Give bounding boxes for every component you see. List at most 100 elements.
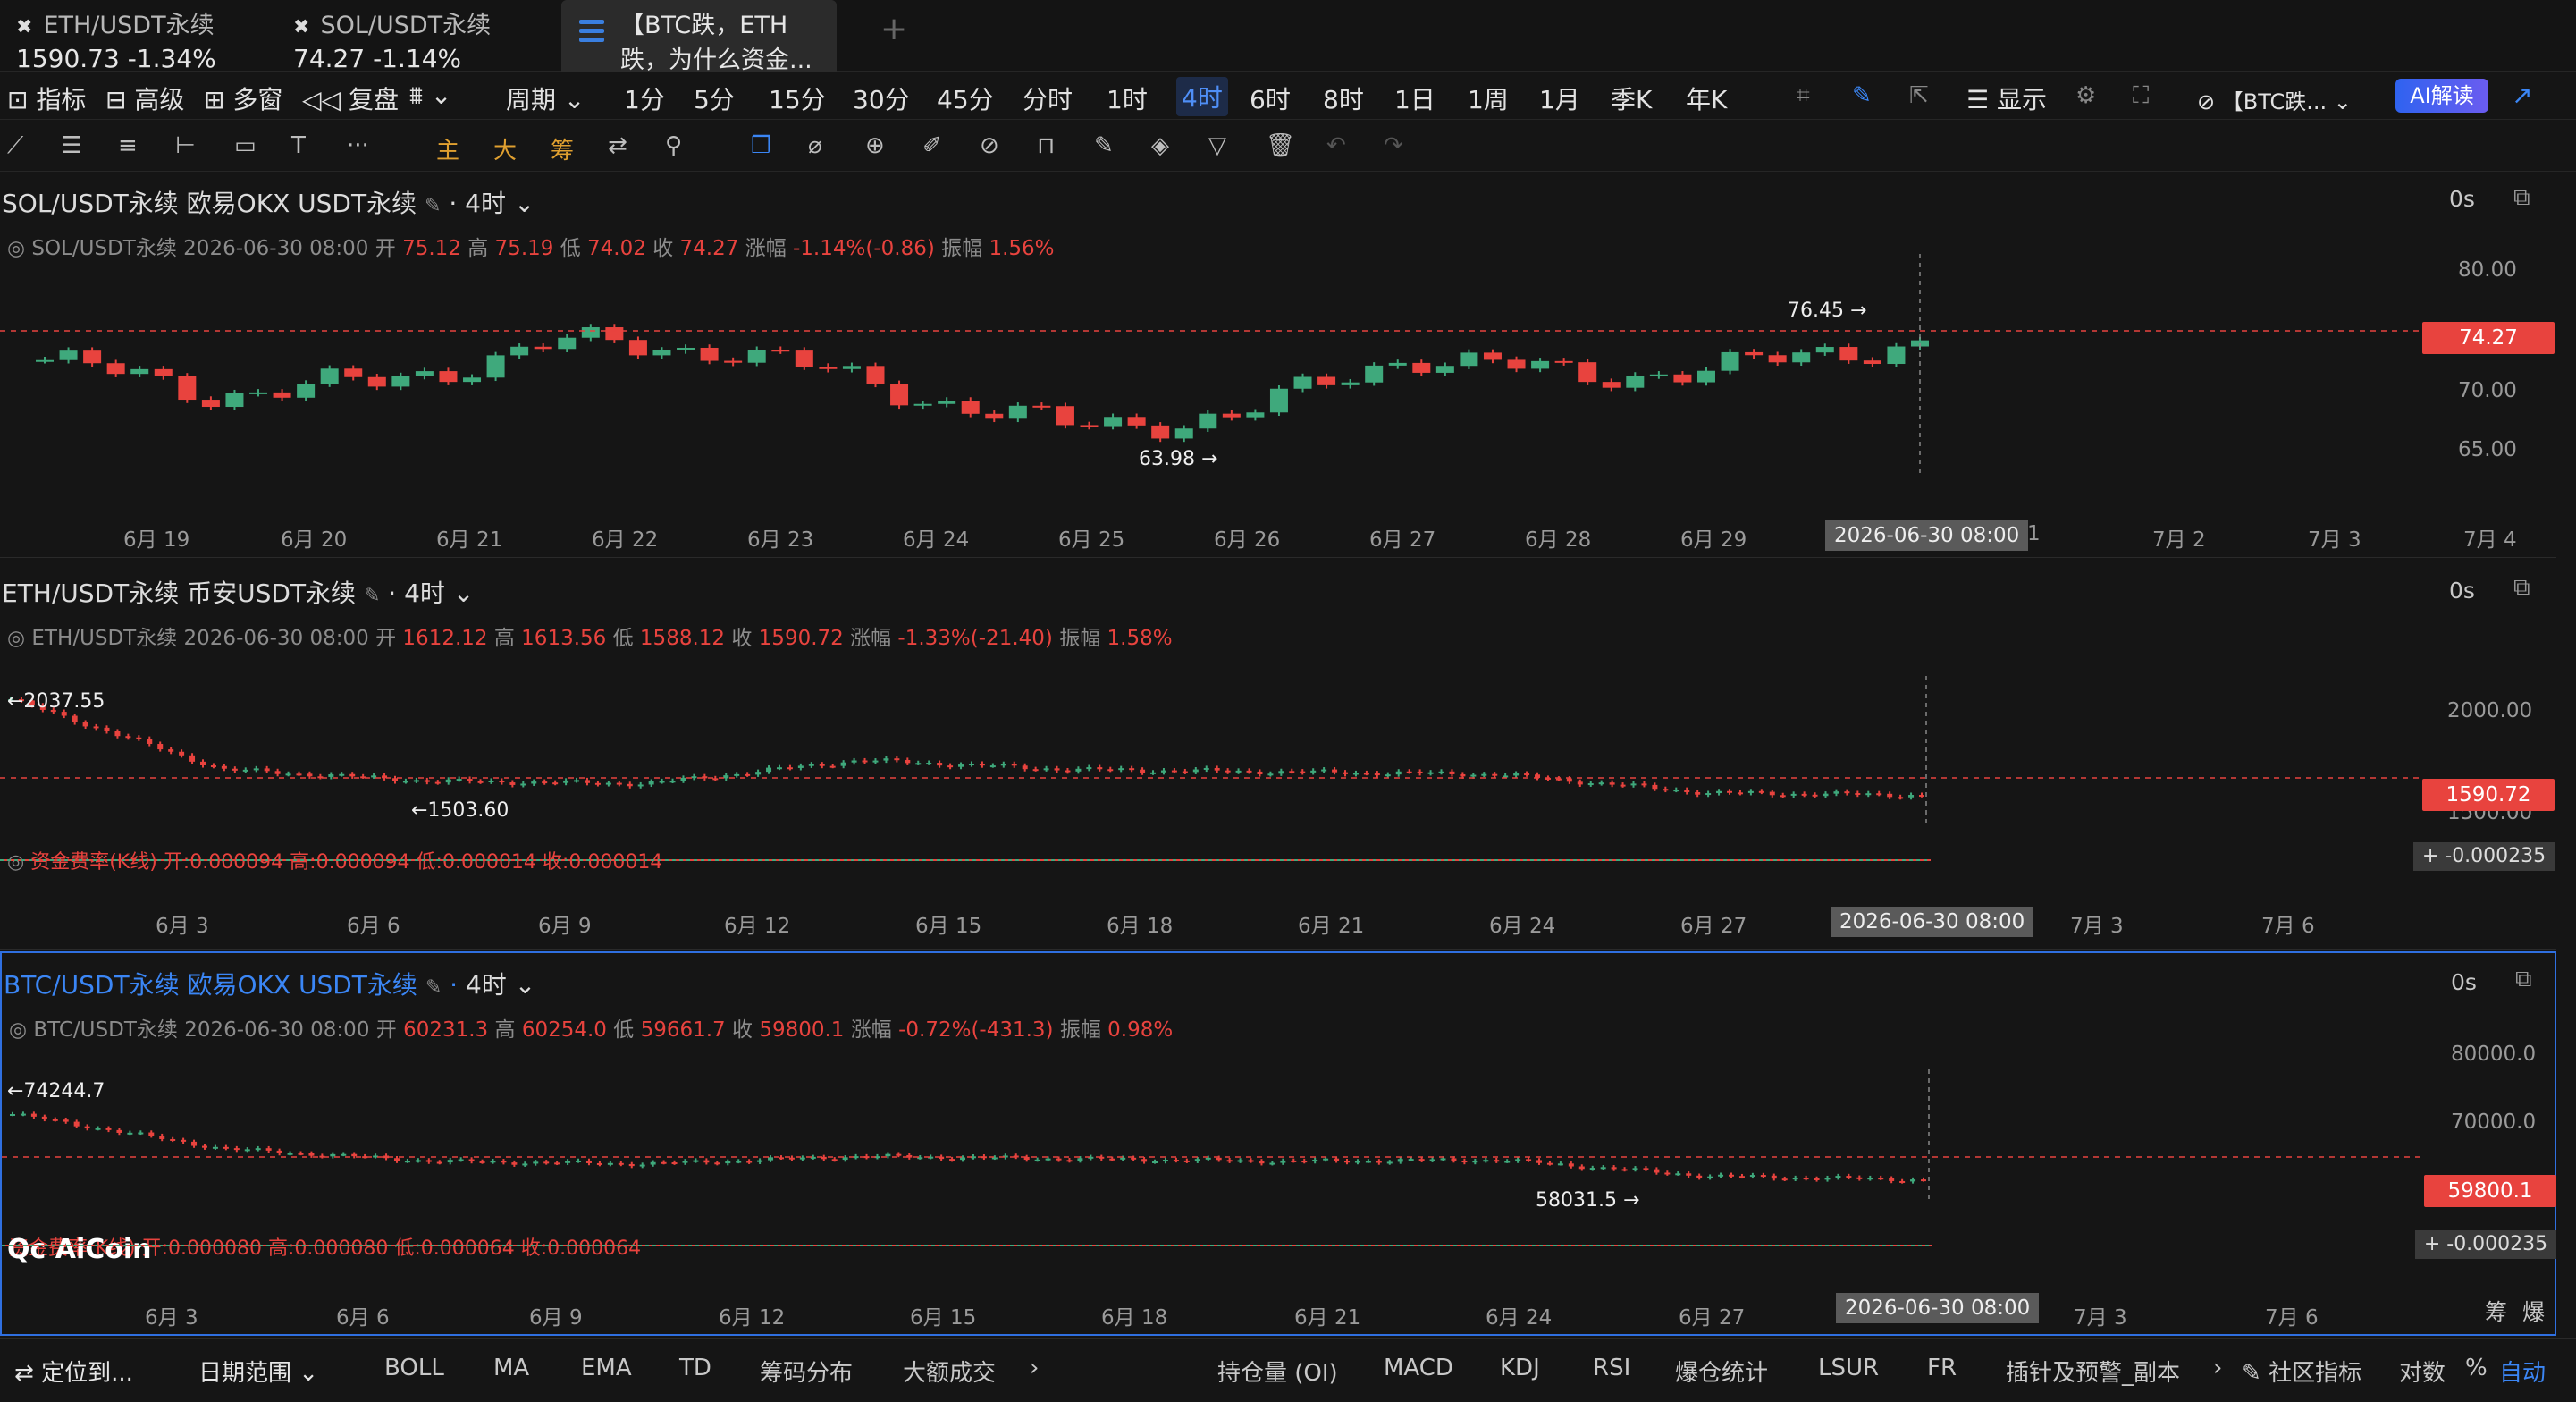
indicator-1[interactable]: MA [493, 1355, 529, 1381]
main-chart-button[interactable]: 主 [436, 132, 459, 165]
community-indicators-button[interactable]: ✎ 社区指标 [2242, 1355, 2361, 1388]
filter-icon[interactable]: ▽ [1208, 132, 1226, 159]
timeframe-label[interactable]: 4时 [466, 970, 507, 1000]
panel-title[interactable]: BTC/USDT永续 欧易OKX USDT永续 ✎ · 4时 ⌄ [4, 966, 535, 1001]
tab-sol[interactable]: ✖ SOL/USDT永续 74.27 -1.14% [277, 0, 554, 73]
tab-eth[interactable]: ✖ ETH/USDT永续 1590.73 -1.34% [0, 0, 277, 73]
magnet-icon[interactable]: ⚲ [665, 132, 682, 159]
log-scale-button[interactable]: 对数 [2399, 1355, 2446, 1388]
interval-2[interactable]: 15分 [769, 80, 826, 116]
chips-button[interactable]: 筹 [551, 132, 574, 165]
maximize-icon[interactable]: ⧉ [2515, 966, 2532, 993]
multiwin-button[interactable]: ⊞ 多窗 [204, 80, 282, 116]
interval-3[interactable]: 30分 [853, 80, 910, 116]
trash-icon[interactable]: 🗑 [1266, 132, 1295, 159]
interval-14[interactable]: 年K [1686, 80, 1727, 116]
visibility-icon[interactable]: ◎ [9, 1018, 27, 1042]
big-order-button[interactable]: 大 [493, 132, 517, 165]
period-button[interactable]: 周期 ⌄ [506, 80, 585, 116]
interval-1[interactable]: 5分 [694, 80, 735, 116]
sub-indicator-0[interactable]: 持仓量 (OI) [1217, 1355, 1338, 1388]
interval-8[interactable]: 6时 [1250, 80, 1291, 116]
trend-icon[interactable]: ↗ [2512, 80, 2532, 110]
chevron-right-icon[interactable]: › [2213, 1355, 2222, 1381]
advanced-button[interactable]: ⊟ 高级 [105, 80, 184, 116]
parallel-tool-icon[interactable]: ☰ [61, 132, 81, 159]
news-dropdown[interactable]: ⊘ 【BTC跌... ⌄ [2197, 84, 2352, 115]
ruler-icon[interactable]: ⌀ [808, 132, 822, 159]
close-icon[interactable]: ✖ [293, 16, 309, 38]
camera-icon[interactable]: ⌗ [1797, 82, 1810, 110]
interval-4[interactable]: 45分 [937, 80, 994, 116]
interval-12[interactable]: 1月 [1539, 80, 1580, 116]
add-tab-button[interactable]: + [880, 11, 907, 47]
sub-indicator-3[interactable]: RSI [1593, 1355, 1630, 1381]
locate-button[interactable]: ⇄ 定位到... [14, 1355, 133, 1388]
pen-icon[interactable]: ✎ [1852, 82, 1872, 109]
sub-indicator-5[interactable]: LSUR [1818, 1355, 1879, 1381]
zoom-icon[interactable]: ⊕ [865, 132, 885, 159]
swap-icon[interactable]: ⇄ [608, 132, 627, 159]
interval-7[interactable]: 4时 [1176, 77, 1228, 116]
text-tool-icon[interactable]: T [291, 132, 306, 159]
timeframe-label[interactable]: 4时 [465, 189, 506, 218]
interval-9[interactable]: 8时 [1323, 80, 1364, 116]
edit-icon[interactable]: ✎ [1094, 132, 1114, 159]
fib-tool-icon[interactable]: ≡ [118, 132, 138, 159]
layers-icon[interactable]: ◈ [1151, 132, 1169, 159]
maximize-icon[interactable]: ⧉ [2513, 184, 2530, 212]
indicator-2[interactable]: EMA [581, 1355, 632, 1381]
indicator-4[interactable]: 筹码分布 [760, 1355, 853, 1388]
chevron-right-icon[interactable]: › [1030, 1355, 1039, 1381]
interval-10[interactable]: 1日 [1394, 80, 1435, 116]
panel-title[interactable]: SOL/USDT永续 欧易OKX USDT永续 ✎ · 4时 ⌄ [2, 184, 535, 220]
rect-tool-icon[interactable]: ▭ [234, 132, 257, 159]
lock-icon[interactable]: ⊓ [1037, 132, 1055, 159]
sub-indicator-1[interactable]: MACD [1384, 1355, 1453, 1381]
edit-icon[interactable]: ✎ [425, 976, 442, 999]
edit-icon[interactable]: ✎ [425, 195, 441, 217]
line-tool-icon[interactable]: ⟋ [7, 132, 23, 160]
timeframe-label[interactable]: 4时 [404, 579, 445, 608]
display-button[interactable]: ☰ 显示 [1966, 80, 2047, 116]
hide-icon[interactable]: ⊘ [980, 132, 999, 159]
indicator-5[interactable]: 大额成交 [903, 1355, 996, 1388]
interval-0[interactable]: 1分 [624, 80, 665, 116]
interval-5[interactable]: 分时 [1023, 80, 1073, 116]
interval-11[interactable]: 1周 [1468, 80, 1509, 116]
eth-panel[interactable]: ETH/USDT永续 币安USDT永续 ✎ · 4时 ⌄ 0s ⧉ ◎ ETH/… [0, 560, 2556, 950]
ai-analysis-button[interactable]: AI解读 [2395, 79, 2488, 113]
chips-button[interactable]: 筹 [2485, 1295, 2507, 1327]
indicators-button[interactable]: ⊡ 指标 [7, 80, 86, 116]
settings-icon[interactable]: ⚙ [2075, 82, 2096, 109]
maximize-icon[interactable]: ⧉ [2513, 574, 2530, 602]
hline-tool-icon[interactable]: ⊢ [175, 132, 196, 159]
sub-indicator-7[interactable]: 插针及预警_副本 [2006, 1355, 2180, 1388]
indicator-3[interactable]: TD [679, 1355, 711, 1381]
redo-icon[interactable]: ↷ [1384, 132, 1403, 159]
replay-button[interactable]: ◁◁ 复盘 [302, 80, 399, 116]
btc-panel[interactable]: BTC/USDT永续 欧易OKX USDT永续 ✎ · 4时 ⌄ 0s ⧉ ◎ … [0, 951, 2556, 1336]
interval-13[interactable]: 季K [1611, 80, 1652, 116]
indicator-0[interactable]: BOLL [384, 1355, 444, 1381]
panel-title[interactable]: ETH/USDT永续 币安USDT永续 ✎ · 4时 ⌄ [2, 574, 474, 610]
tab-news[interactable]: 【BTC跌，ETH 跌，为什么资金... [561, 0, 837, 74]
sol-panel[interactable]: SOL/USDT永续 欧易OKX USDT永续 ✎ · 4时 ⌄ 0s ⧉ ◎ … [0, 173, 2556, 558]
liquidation-button[interactable]: 爆 [2522, 1295, 2545, 1327]
share-icon[interactable]: ⇱ [1909, 82, 1929, 109]
sol-candles[interactable] [0, 254, 2424, 477]
percent-scale-button[interactable]: % [2465, 1355, 2488, 1381]
sub-indicator-2[interactable]: KDJ [1500, 1355, 1540, 1381]
close-icon[interactable]: ✖ [16, 16, 32, 38]
sub-indicator-6[interactable]: FR [1927, 1355, 1957, 1381]
date-range-button[interactable]: 日期范围 ⌄ [198, 1355, 318, 1388]
auto-scale-button[interactable]: 自动 [2499, 1355, 2546, 1388]
chart-type-button[interactable]: ⩩ ⌄ [409, 80, 451, 111]
sub-indicator-4[interactable]: 爆仓统计 [1675, 1355, 1768, 1388]
plus-icon[interactable]: + [2422, 845, 2438, 867]
fullscreen-icon[interactable]: ⛶ [2133, 82, 2149, 110]
more-tools-icon[interactable]: ··· [347, 132, 369, 159]
btc-candles[interactable] [2, 1069, 2426, 1204]
brush-icon[interactable]: ✐ [922, 132, 942, 159]
copy-icon[interactable]: ❐ [751, 132, 771, 159]
